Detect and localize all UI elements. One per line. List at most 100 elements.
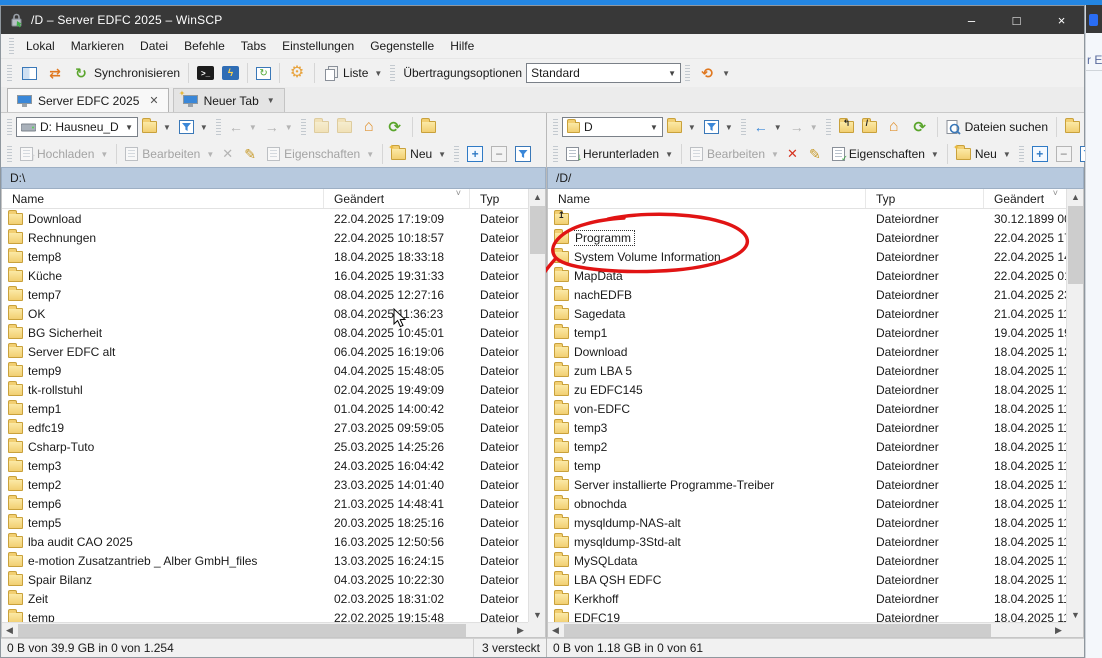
menu-hilfe[interactable]: Hilfe [442,36,482,56]
tab-server-edfc-2025[interactable]: Server EDFC 2025 ✕ [7,88,169,112]
file-row[interactable]: mysqldump-3Std-alt Dateiordner 18.04.202… [548,532,1066,551]
file-row[interactable]: Spair Bilanz 04.03.2025 10:22:30 Dateior [2,570,528,589]
menu-markieren[interactable]: Markieren [63,36,132,56]
file-row[interactable]: Server installierte Programme-Treiber Da… [548,475,1066,494]
file-row[interactable]: temp1 Dateiordner 19.04.2025 19: [548,323,1066,342]
local-properties-button[interactable]: Eigenschaften ▼ [263,145,378,163]
local-horizontal-scrollbar[interactable]: ◀ ▶ [2,622,528,637]
menu-befehle[interactable]: Befehle [176,36,233,56]
file-row[interactable]: temp3 24.03.2025 16:04:42 Dateior [2,456,528,475]
scroll-up-icon[interactable]: ▲ [1067,189,1084,204]
local-open-directory-button[interactable]: ▼ [138,119,175,135]
remote-refresh-button[interactable]: ⟳ [907,116,933,138]
file-row[interactable]: Server EDFC alt 06.04.2025 16:19:06 Date… [2,342,528,361]
remote-forward-button[interactable]: →▼ [786,117,822,137]
file-row[interactable]: zum LBA 5 Dateiordner 18.04.2025 11: [548,361,1066,380]
file-row[interactable]: Programm Dateiordner 22.04.2025 17: [548,228,1066,247]
local-path-bar[interactable]: D:\ [1,167,546,189]
remote-horizontal-scrollbar[interactable]: ◀ ▶ [548,622,1066,637]
local-add-filter-button[interactable]: + [463,144,487,164]
local-forward-button[interactable]: →▼ [261,117,297,137]
file-row[interactable]: System Volume Information Dateiordner 22… [548,247,1066,266]
column-modified[interactable]: Geändert˅ [984,189,1066,208]
scroll-down-icon[interactable]: ▼ [529,607,546,622]
compare-panels-button[interactable] [16,62,42,84]
file-row[interactable]: zu EDFC145 Dateiordner 18.04.2025 11: [548,380,1066,399]
scroll-up-icon[interactable]: ▲ [529,189,546,204]
file-row[interactable]: temp5 20.03.2025 18:25:16 Dateior [2,513,528,532]
column-modified[interactable]: Geändert˅ [324,189,470,208]
remote-copy-session-button[interactable] [1061,119,1084,135]
scroll-left-icon[interactable]: ◀ [548,623,563,638]
file-row[interactable]: Sagedata Dateiordner 21.04.2025 11: [548,304,1066,323]
local-drive-select[interactable]: D: Hausneu_D ▼ [16,117,138,137]
file-row[interactable]: mysqldump-NAS-alt Dateiordner 18.04.2025… [548,513,1066,532]
remote-home-directory-button[interactable]: ⌂ [881,116,907,138]
file-row[interactable]: temp8 18.04.2025 18:33:18 Dateior [2,247,528,266]
sync-browsing-button[interactable]: ⇄ [42,62,68,84]
file-row[interactable]: OK 08.04.2025 11:36:23 Dateior [2,304,528,323]
column-name[interactable]: Name [2,189,324,208]
file-row[interactable]: LBA QSH EDFC Dateiordner 18.04.2025 11: [548,570,1066,589]
file-row[interactable]: e-motion Zusatzantrieb _ Alber GmbH_file… [2,551,528,570]
local-new-button[interactable]: ✦ Neu ▼ [387,145,450,163]
remote-root-directory-button[interactable]: / [858,119,881,135]
scroll-down-icon[interactable]: ▼ [1067,607,1084,622]
remote-delete-button[interactable]: ✕ [783,144,802,164]
synchronize-button[interactable]: ↻ Synchronisieren [68,62,184,84]
file-row[interactable]: ↥ Dateiordner 30.12.1899 00: [548,209,1066,228]
file-row[interactable]: Download 22.04.2025 17:19:09 Dateior [2,209,528,228]
local-back-button[interactable]: ←▼ [225,117,261,137]
remote-edit-button[interactable]: Bearbeiten ▼ [686,145,783,163]
upload-button[interactable]: ↑ Hochladen ▼ [16,145,112,163]
file-row[interactable]: temp6 21.03.2025 14:48:41 Dateior [2,494,528,513]
transfer-settings-button[interactable]: ⟲ ▼ [694,62,734,84]
local-refresh-button[interactable]: ⟳ [382,116,408,138]
remote-back-button[interactable]: ←▼ [750,117,786,137]
minimize-button[interactable]: – [949,6,994,34]
remote-rename-button[interactable]: ✎ [802,143,828,165]
column-type[interactable]: Typ [470,189,528,208]
list-view-button[interactable]: Liste ▼ [319,64,386,83]
local-vertical-scrollbar[interactable]: ▲ ▼ [528,189,545,622]
file-row[interactable]: temp 22.02.2025 19:15:48 Dateior [2,608,528,622]
tab-neuer-tab[interactable]: ✦ Neuer Tab ▼ [173,88,285,112]
menu-einstellungen[interactable]: Einstellungen [274,36,362,56]
scroll-left-icon[interactable]: ◀ [2,623,17,638]
file-row[interactable]: nachEDFB Dateiordner 21.04.2025 23: [548,285,1066,304]
file-row[interactable]: Download Dateiordner 18.04.2025 12: [548,342,1066,361]
refresh-panels-button[interactable]: ↻ [252,65,275,82]
local-filter-button[interactable]: ▼ [175,118,212,136]
close-tab-icon[interactable]: ✕ [149,94,158,107]
file-row[interactable]: Rechnungen 22.04.2025 10:18:57 Dateior [2,228,528,247]
local-rename-button[interactable]: ✎ [237,143,263,165]
open-terminal-button[interactable]: >_ [193,64,218,82]
preferences-button[interactable]: ⚙ [284,62,310,84]
local-parent-directory-button[interactable] [310,119,333,135]
scroll-right-icon[interactable]: ▶ [1051,623,1066,638]
download-button[interactable]: ↓ Herunterladen ▼ [562,145,677,163]
file-row[interactable]: EDFC19 Dateiordner 18.04.2025 11: [548,608,1066,622]
local-delete-button[interactable]: ✕ [218,144,237,164]
remote-vertical-scrollbar[interactable]: ▲ ▼ [1066,189,1083,622]
console-command-button[interactable]: ϟ [218,64,243,82]
menu-lokal[interactable]: Lokal [18,36,63,56]
scroll-right-icon[interactable]: ▶ [513,623,528,638]
column-type[interactable]: Typ [866,189,984,208]
transfer-preset-select[interactable]: Standard ▼ [526,63,681,83]
remote-parent-directory-button[interactable]: ↰ [835,119,858,135]
find-files-button[interactable]: Dateien suchen [942,118,1052,137]
file-row[interactable]: temp7 08.04.2025 12:27:16 Dateior [2,285,528,304]
scroll-thumb[interactable] [564,624,991,637]
remote-open-directory-button[interactable]: ▼ [663,119,700,135]
local-remove-filter-button[interactable]: − [487,144,511,164]
remote-path-bar[interactable]: /D/ [547,167,1084,189]
file-row[interactable]: temp2 23.03.2025 14:01:40 Dateior [2,475,528,494]
file-row[interactable]: obnochda Dateiordner 18.04.2025 11: [548,494,1066,513]
local-filter-box-button[interactable] [511,144,535,164]
maximize-button[interactable]: □ [994,6,1039,34]
file-row[interactable]: temp2 Dateiordner 18.04.2025 11: [548,437,1066,456]
menu-datei[interactable]: Datei [132,36,176,56]
local-edit-button[interactable]: Bearbeiten ▼ [121,145,218,163]
file-row[interactable]: Kerkhoff Dateiordner 18.04.2025 11: [548,589,1066,608]
